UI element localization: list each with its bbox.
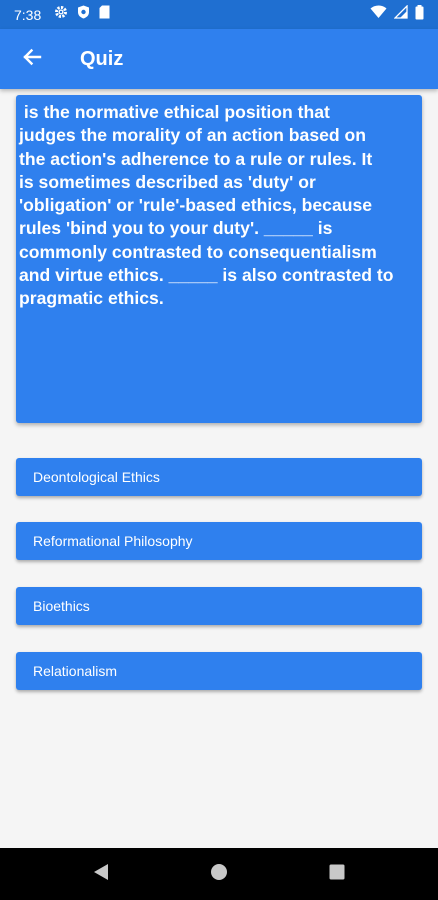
page-title: Quiz [80, 47, 124, 70]
status-left: 7:38 [14, 5, 110, 24]
nav-home-button[interactable] [199, 854, 239, 894]
question-text: is the normative ethical position that j… [19, 102, 394, 309]
signal-icon [393, 4, 408, 24]
answer-button-2[interactable]: Reformational Philosophy [16, 522, 422, 560]
back-triangle-icon [93, 863, 109, 886]
arrow-back-icon [22, 47, 42, 72]
nav-back-button[interactable] [81, 854, 121, 894]
answer-button-4[interactable]: Relationalism [16, 652, 422, 690]
status-bar: 7:38 [0, 0, 438, 29]
sd-card-icon [99, 5, 110, 24]
nav-recents-button[interactable] [317, 854, 357, 894]
recents-square-icon [329, 864, 345, 885]
home-circle-icon [210, 863, 228, 886]
status-time: 7:38 [14, 6, 42, 23]
answer-button-1[interactable]: Deontological Ethics [16, 458, 422, 496]
shield-icon [77, 5, 90, 24]
system-nav-bar [0, 848, 438, 900]
app-bar: Quiz [0, 29, 438, 89]
battery-icon [415, 4, 424, 25]
gear-icon [54, 5, 68, 24]
status-right [370, 4, 424, 25]
wifi-icon [370, 5, 387, 24]
question-card: is the normative ethical position that j… [16, 95, 422, 423]
answer-button-3[interactable]: Bioethics [16, 587, 422, 625]
back-button[interactable] [4, 31, 60, 87]
